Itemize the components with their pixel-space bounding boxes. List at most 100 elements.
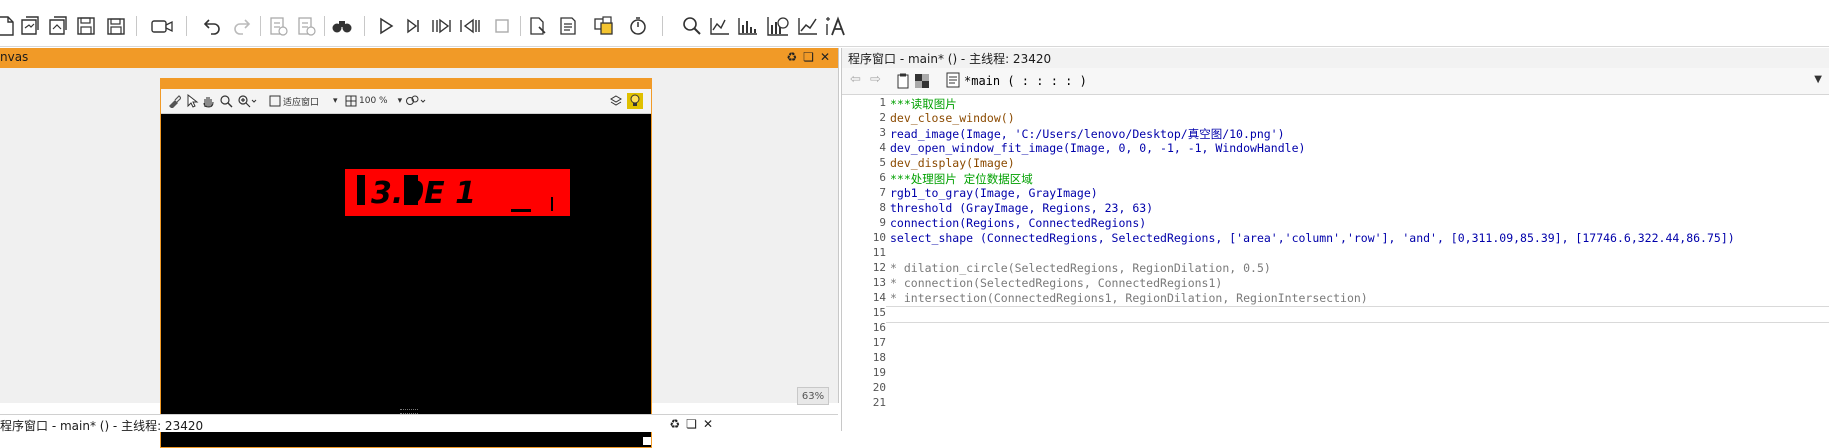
new-file-icon[interactable] [0, 14, 18, 38]
code-text: ***读取图片 [890, 97, 957, 111]
redo-icon[interactable] [230, 14, 254, 38]
back-arrow-icon[interactable]: ⇦ [850, 72, 861, 87]
save-icon[interactable] [74, 14, 98, 38]
stop-icon[interactable] [490, 14, 514, 38]
graphics-icon[interactable] [526, 14, 550, 38]
line-number: 6 [879, 171, 886, 184]
hand-icon[interactable] [201, 93, 215, 109]
display-image: 3.0E 1 [321, 169, 651, 445]
line-number: 19 [872, 366, 886, 379]
line-number: 3 [879, 126, 886, 139]
procedure-icon [946, 72, 960, 91]
fit-window-label: 适应窗口 [283, 97, 320, 108]
line-number: 1 [879, 96, 886, 109]
line-number: 11 [872, 246, 886, 259]
open-icon[interactable] [18, 14, 42, 38]
main-toolbar [0, 6, 1829, 47]
code-line[interactable]: 2 dev_close_window() [842, 111, 1829, 126]
code-line[interactable]: 3 read_image(Image, 'C:/Users/lenovo/Desk… [842, 126, 1829, 141]
code-line[interactable]: 5 dev_display(Image) [842, 156, 1829, 171]
line-number: 7 [879, 186, 886, 199]
procedure-selector[interactable]: *main ( : : : : ) [946, 72, 1087, 90]
zoom-in-icon[interactable] [237, 93, 257, 109]
code-line[interactable]: 20 [842, 381, 1829, 396]
forward-arrow-icon[interactable]: ⇨ [870, 72, 881, 87]
line-profile-icon[interactable] [708, 14, 732, 38]
program-toolbar: ⇦ ⇨ *main ( : : : : ) ▼ [842, 68, 1829, 95]
save-all-icon[interactable] [104, 14, 128, 38]
variable-icon[interactable] [556, 14, 580, 38]
bottom-window-title: 程序窗口 - main* () - 主线程: 23420 [0, 419, 204, 433]
code-text: * intersection(ConnectedRegions1, Region… [890, 291, 1368, 305]
bottom-float-icon[interactable]: ❏ [686, 417, 697, 431]
code-line[interactable]: 13 * connection(SelectedRegions, Connecte… [842, 276, 1829, 291]
layers-icon[interactable] [609, 93, 623, 109]
code-line[interactable]: 8 threshold (GrayImage, Regions, 23, 63) [842, 201, 1829, 216]
code-text: read_image(Image, 'C:/Users/lenovo/Deskt… [890, 127, 1285, 141]
bottom-pin-icon[interactable]: ♻ [669, 417, 680, 431]
code-line[interactable]: 11 [842, 246, 1829, 261]
gray-profile-icon[interactable] [796, 14, 820, 38]
operator-icon[interactable] [592, 14, 616, 38]
lightbulb-icon[interactable] [627, 93, 643, 109]
program-window: 程序窗口 - main* () - 主线程: 23420 ⇦ ⇨ *main (… [841, 48, 1829, 431]
undo-icon[interactable] [200, 14, 224, 38]
grid-view-icon[interactable] [914, 73, 930, 93]
profiler-icon[interactable] [626, 14, 650, 38]
code-line[interactable]: 16 [842, 321, 1829, 336]
display-digits: 3.0E 1 [371, 176, 476, 211]
code-text: select_shape (ConnectedRegions, Selected… [890, 231, 1735, 245]
code-line[interactable]: 21 [842, 396, 1829, 411]
step-out-icon[interactable] [458, 14, 482, 38]
percent-combo[interactable]: 100 % ▾ [345, 93, 402, 109]
line-number: 15 [872, 306, 886, 319]
zoom-icon[interactable] [680, 14, 704, 38]
clipboard-icon[interactable] [896, 73, 910, 93]
pin-icon[interactable]: ♻ [786, 50, 797, 64]
bottom-close-icon[interactable]: ✕ [703, 417, 713, 431]
ocr-icon[interactable] [824, 14, 850, 38]
percent-label: 100 % [359, 96, 388, 106]
step-over-icon[interactable] [402, 14, 426, 38]
float-icon[interactable]: ❏ [803, 50, 814, 64]
code-line[interactable]: 15 [842, 306, 1829, 321]
line-number: 20 [872, 381, 886, 394]
fit-window-combo[interactable]: 适应窗口 ▾ [269, 93, 338, 109]
code-line[interactable]: 12 * dilation_circle(SelectedRegions, Reg… [842, 261, 1829, 276]
code-line[interactable]: 14 * intersection(ConnectedRegions1, Regi… [842, 291, 1829, 306]
code-editor[interactable]: 1 ***读取图片 2 dev_close_window() 3 read_image(I… [842, 96, 1829, 431]
feature-histogram-icon[interactable] [766, 14, 790, 38]
procedure-dropdown-icon[interactable]: ▼ [1814, 74, 1822, 85]
run-icon[interactable] [374, 14, 398, 38]
line-number: 5 [879, 156, 886, 169]
graphics-canvas[interactable]: 适应窗口 ▾ 100 % ▾ 3.0E 1 [160, 78, 652, 448]
find-icon[interactable] [330, 14, 354, 38]
checklist-icon[interactable] [266, 14, 290, 38]
magnifier-icon[interactable] [219, 93, 233, 109]
brush-icon[interactable] [167, 93, 181, 109]
code-line[interactable]: 17 [842, 336, 1829, 351]
program-window-title: 程序窗口 - main* () - 主线程: 23420 [848, 52, 1052, 66]
open-example-icon[interactable] [46, 14, 70, 38]
code-line[interactable]: 1 ***读取图片 [842, 96, 1829, 111]
program-window-titlebar: 程序窗口 - main* () - 主线程: 23420 [842, 48, 1829, 69]
code-line[interactable]: 10 select_shape (ConnectedRegions, Select… [842, 231, 1829, 246]
code-line[interactable]: 18 [842, 351, 1829, 366]
histogram-icon[interactable] [736, 14, 760, 38]
step-into-icon[interactable] [430, 14, 454, 38]
procedure-label: *main ( : : : : ) [964, 74, 1087, 88]
checklist-2-icon[interactable] [294, 14, 318, 38]
display-options-icon[interactable] [405, 93, 427, 109]
code-line[interactable]: 19 [842, 366, 1829, 381]
pointer-icon[interactable] [185, 93, 199, 109]
close-icon[interactable]: ✕ [820, 50, 830, 64]
record-icon[interactable] [148, 14, 176, 38]
code-text: threshold (GrayImage, Regions, 23, 63) [890, 201, 1154, 215]
code-line[interactable]: 4 dev_open_window_fit_image(Image, 0, 0, … [842, 141, 1829, 156]
code-line[interactable]: 6 ***处理图片 定位数据区域 [842, 171, 1829, 186]
code-line[interactable]: 7 rgb1_to_gray(Image, GrayImage) [842, 186, 1829, 201]
code-line[interactable]: 9 connection(Regions, ConnectedRegions) [842, 216, 1829, 231]
line-number: 8 [879, 201, 886, 214]
line-number: 16 [872, 321, 886, 334]
line-number: 21 [872, 396, 886, 409]
